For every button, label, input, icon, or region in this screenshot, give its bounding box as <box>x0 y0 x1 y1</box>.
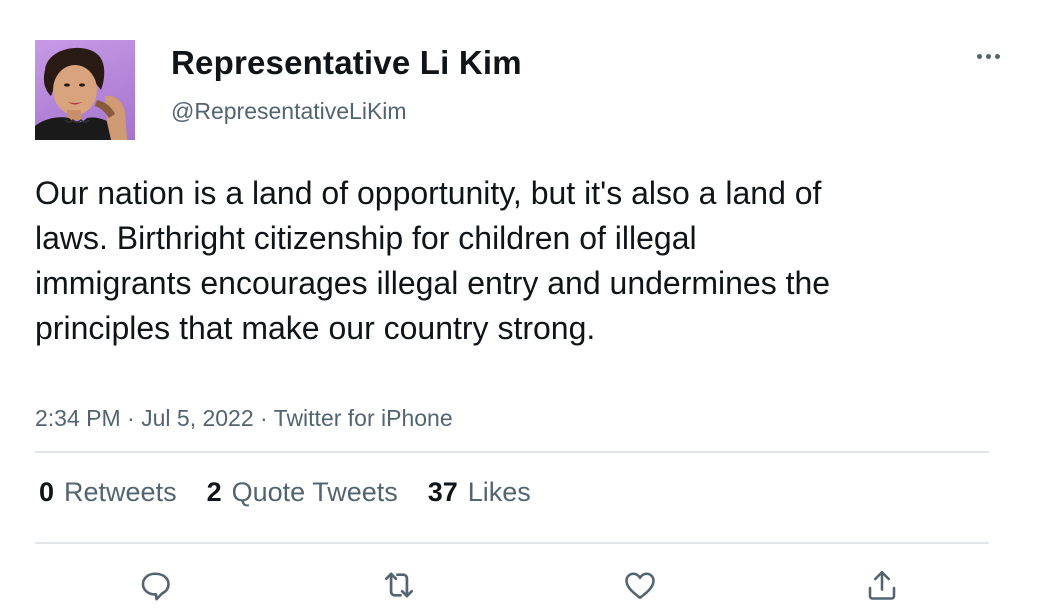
tweet-stats: 0 Retweets 2 Quote Tweets 37 Likes <box>39 477 561 508</box>
reply-icon[interactable] <box>133 563 177 607</box>
more-dot <box>976 53 982 59</box>
tweet-text: Our nation is a land of opportunity, but… <box>35 175 831 346</box>
tweet-source[interactable]: Twitter for iPhone <box>274 405 453 431</box>
more-options-icon[interactable] <box>970 44 1006 68</box>
meta-separator: · <box>120 405 142 431</box>
profile-photo-icon <box>35 47 127 140</box>
tweet-time[interactable]: 2:34 PM <box>35 405 121 431</box>
tweet-card: Representative Li Kim @RepresentativeLiK… <box>0 0 1050 615</box>
quote-tweets-count: 2 <box>206 477 222 507</box>
divider-top <box>35 451 989 453</box>
author-handle[interactable]: @RepresentativeLiKim <box>171 98 407 125</box>
action-bar <box>0 563 1050 607</box>
tweet-date[interactable]: Jul 5, 2022 <box>141 405 254 431</box>
divider-bottom <box>35 542 989 544</box>
like-icon[interactable] <box>618 563 662 607</box>
quote-tweets-stat[interactable]: 2 Quote Tweets <box>207 477 398 508</box>
likes-label: Likes <box>467 477 531 507</box>
retweets-label: Retweets <box>64 477 177 507</box>
quote-tweets-label: Quote Tweets <box>231 477 398 507</box>
share-icon[interactable] <box>860 563 904 607</box>
avatar[interactable] <box>35 40 135 140</box>
more-dot <box>994 53 1000 59</box>
retweet-icon[interactable] <box>377 563 421 607</box>
meta-separator: · <box>253 405 274 431</box>
likes-stat[interactable]: 37 Likes <box>428 477 531 508</box>
retweets-stat[interactable]: 0 Retweets <box>39 477 177 508</box>
likes-count: 37 <box>427 477 458 507</box>
more-dot <box>985 53 991 59</box>
tweet-meta: 2:34 PM · Jul 5, 2022 · Twitter for iPho… <box>35 405 453 432</box>
author-display-name[interactable]: Representative Li Kim <box>171 44 522 82</box>
retweets-count: 0 <box>39 477 55 507</box>
